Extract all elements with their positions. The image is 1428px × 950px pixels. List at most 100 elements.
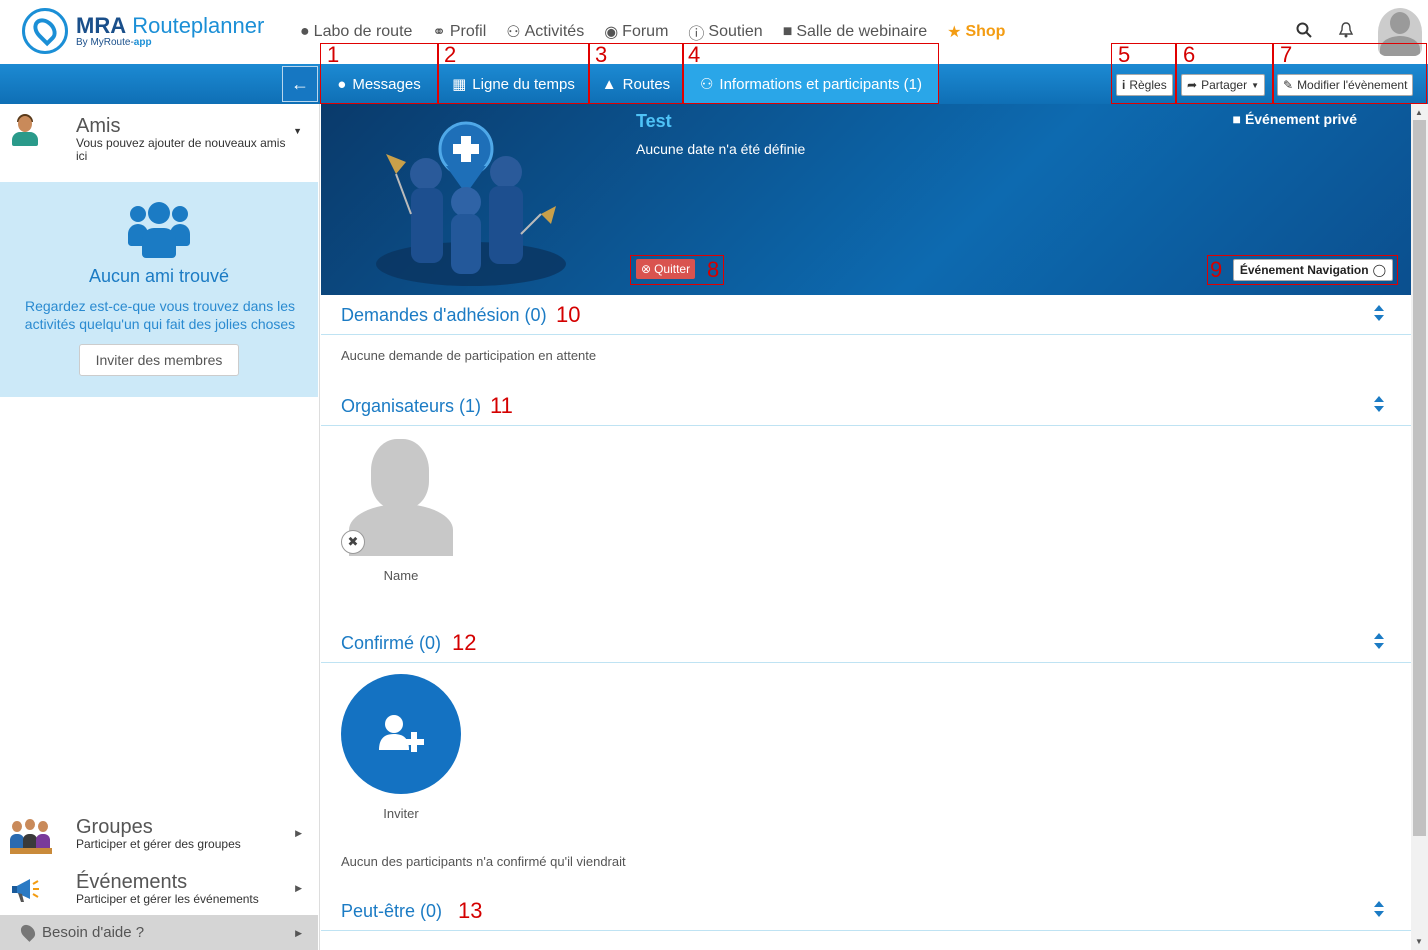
users-icon: ⚇ — [506, 24, 521, 41]
road-icon: ▲ — [601, 75, 617, 93]
tab-messages[interactable]: ● Messages — [320, 64, 438, 104]
video-camera-icon: ■ — [782, 23, 793, 40]
main-scrollbar[interactable]: ▲ ▼ — [1411, 104, 1428, 950]
no-friends-panel: Aucun ami trouvé Regardez est-ce-que vou… — [0, 182, 318, 397]
annotation-number: 10 — [556, 302, 581, 327]
sidebar: Amis Vous pouvez ajouter de nouveaux ami… — [0, 104, 320, 950]
sort-icon[interactable] — [1373, 900, 1385, 918]
tab-routes[interactable]: ▲ Routes — [589, 64, 683, 104]
info-icon: i — [1122, 78, 1126, 92]
menu-item-profil[interactable]: ⚭ Profil — [432, 20, 486, 44]
megaphone-icon — [12, 875, 42, 905]
events-subtitle: Participer et gérer les événements — [76, 892, 259, 906]
menu-item-labo[interactable]: ● Labo de route — [300, 20, 412, 44]
arrow-left-icon: ← — [291, 74, 309, 94]
sort-icon[interactable] — [1373, 395, 1385, 413]
section-requests-title: Demandes d'adhésion (0) — [341, 305, 547, 325]
annotation-number: 8 — [707, 257, 720, 282]
no-friend-description: Regardez est-ce-que vous trouvez dans le… — [24, 298, 296, 332]
event-date: Aucune date n'a été définie — [636, 141, 806, 157]
annotation-number: 4 — [688, 42, 701, 67]
calendar-icon: ▦ — [452, 76, 467, 93]
section-maybe[interactable]: Peut-être (0) — [321, 891, 1411, 931]
groups-title: Groupes — [76, 816, 153, 838]
help-button[interactable]: Besoin d'aide ? ▶ — [0, 915, 318, 950]
friends-subtitle: Vous pouvez ajouter de nouveaux amis ici — [76, 136, 286, 163]
section-requests[interactable]: Demandes d'adhésion (0) — [321, 295, 1411, 335]
main-menu: ● Labo de route ⚭ Profil ⚇ Activités ◉ Forum… — [300, 20, 1005, 44]
menu-item-soutien[interactable]: ⓘ Soutien — [688, 20, 762, 44]
share-arrow-icon: ➦ — [1187, 78, 1198, 92]
event-main-content: Test Aucune date n'a été définie ■ Événem… — [321, 104, 1411, 950]
section-maybe-title: Peut-être (0) — [341, 901, 443, 921]
annotation-number: 1 — [327, 42, 340, 67]
private-event-label: ■ Événement privé — [1232, 111, 1357, 127]
scroll-up-arrow[interactable]: ▲ — [1415, 108, 1423, 117]
tab-info-participants[interactable]: ⚇ Informations et participants (1) — [683, 64, 939, 104]
event-riders-illustration — [376, 121, 566, 286]
no-friend-title: Aucun ami trouvé — [88, 266, 230, 286]
quit-event-button[interactable]: ⊗ Quitter — [636, 259, 696, 279]
annotation-number: 7 — [1280, 42, 1293, 67]
annotation-number: 9 — [1210, 257, 1223, 282]
users-icon: ⚇ — [699, 76, 714, 93]
friend-person-icon — [10, 114, 40, 146]
organizer-name: Name — [383, 568, 419, 583]
annotation-number: 5 — [1118, 42, 1131, 67]
invite-participant-button[interactable] — [341, 674, 461, 794]
caret-down-icon[interactable]: ▼ — [293, 126, 302, 136]
menu-item-activites[interactable]: ⚇ Activités — [506, 20, 584, 44]
logo-icon — [22, 8, 68, 54]
tab-timeline[interactable]: ▦ Ligne du temps — [438, 64, 589, 104]
caret-right-icon: ▶ — [295, 828, 302, 838]
menu-item-forum[interactable]: ◉ Forum — [604, 20, 668, 44]
menu-item-shop[interactable]: ★ Shop — [947, 20, 1005, 44]
help-pin-icon — [18, 922, 38, 942]
event-banner: Test Aucune date n'a été définie ■ Événem… — [321, 104, 1411, 295]
event-tab-bar: ← ● Messages ▦ Ligne du temps ▲ Routes ⚇ Inf… — [0, 64, 1428, 104]
friends-header[interactable]: Amis Vous pouvez ajouter de nouveaux ami… — [0, 104, 318, 182]
caret-right-icon: ▶ — [295, 928, 302, 938]
brand-title: MRA Routeplanner — [76, 12, 265, 38]
user-plus-icon — [379, 715, 424, 752]
star-icon: ★ — [947, 24, 962, 41]
annotation-number: 12 — [452, 630, 477, 655]
compass-icon: ◯ — [1372, 263, 1386, 277]
section-confirmed[interactable]: Confirmé (0) — [321, 623, 1411, 663]
sidebar-item-events[interactable]: Événements Participer et gérer les événe… — [0, 865, 318, 920]
info-icon: ⓘ — [688, 26, 705, 43]
annotation-number: 6 — [1183, 42, 1196, 67]
events-title: Événements — [76, 871, 188, 893]
share-button[interactable]: ➦ Partager ▼ — [1181, 74, 1266, 96]
friends-title: Amis — [76, 115, 121, 137]
requests-empty-text: Aucune demande de participation en atten… — [341, 348, 597, 363]
organizer-avatar[interactable] — [349, 434, 453, 556]
times-circle-icon: ⊗ — [641, 262, 652, 276]
invite-members-button[interactable]: Inviter des membres — [79, 344, 239, 376]
top-navigation: MRA Routeplanner By MyRoute-app ● Labo de… — [0, 0, 1428, 64]
annotation-number: 11 — [490, 393, 513, 418]
menu-item-webinaire[interactable]: ■ Salle de webinaire — [783, 20, 927, 44]
section-organizers-title: Organisateurs (1) — [341, 396, 482, 416]
event-title: Test — [636, 111, 672, 131]
edit-icon: ✎ — [1283, 78, 1294, 92]
sidebar-item-groups[interactable]: Groupes Participer et gérer des groupes … — [0, 810, 318, 865]
annotation-number: 13 — [458, 898, 483, 923]
search-icon[interactable] — [1294, 22, 1314, 42]
collapse-sidebar-button[interactable]: ← — [282, 66, 318, 102]
edit-event-button[interactable]: ✎ Modifier l'évènement — [1277, 74, 1414, 96]
event-navigation-button[interactable]: Événement Navigation ◯ — [1232, 259, 1393, 281]
lock-icon: ■ — [1232, 111, 1241, 127]
bell-icon[interactable] — [1336, 22, 1356, 42]
rules-button[interactable]: i Règles — [1116, 74, 1173, 96]
remove-organizer-icon[interactable]: ✖ — [341, 530, 365, 554]
brand-logo[interactable]: MRA Routeplanner By MyRoute-app — [22, 8, 264, 54]
comments-icon: ◉ — [604, 24, 619, 41]
scroll-down-arrow[interactable]: ▼ — [1415, 937, 1423, 946]
sort-icon[interactable] — [1373, 304, 1385, 322]
scroll-thumb[interactable] — [1413, 120, 1426, 836]
groups-subtitle: Participer et gérer des groupes — [76, 837, 241, 851]
sort-icon[interactable] — [1373, 632, 1385, 650]
user-avatar[interactable] — [1378, 8, 1422, 56]
section-organizers[interactable]: Organisateurs (1) — [321, 386, 1411, 426]
